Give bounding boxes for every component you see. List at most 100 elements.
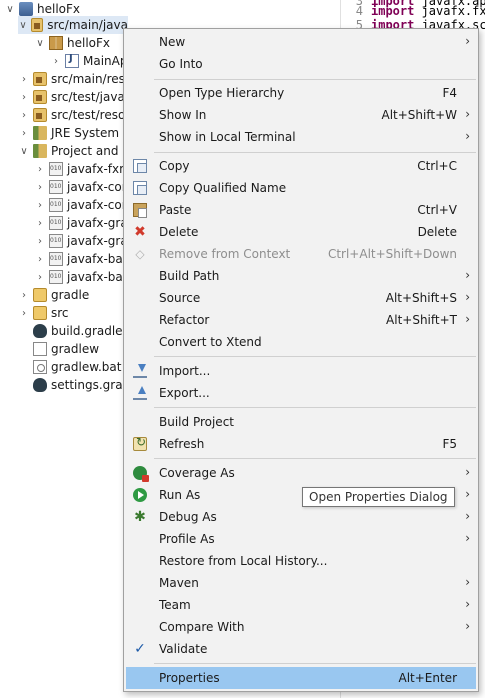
chevron-right-icon[interactable]: › xyxy=(18,289,30,301)
tooltip: Open Properties Dialog xyxy=(302,487,455,507)
chevron-right-icon[interactable]: › xyxy=(34,217,46,229)
import-icon xyxy=(133,364,147,378)
menu-separator xyxy=(154,663,476,664)
project-icon xyxy=(19,2,33,16)
chevron-right-icon[interactable]: › xyxy=(18,73,30,85)
copy-icon xyxy=(133,159,147,173)
tree-item-build-gradle[interactable]: build.gradle xyxy=(18,322,123,340)
tree-item-label: gradle xyxy=(51,288,90,302)
menu-item-import[interactable]: Import... xyxy=(126,360,476,382)
menu-item-properties[interactable]: Properties Alt+Enter xyxy=(126,667,476,689)
tree-item-label: javafx-con xyxy=(67,198,130,212)
tree-item-project-and-external-deps[interactable]: ∨ Project and E xyxy=(18,142,130,160)
menu-item-build-path[interactable]: Build Path › xyxy=(126,265,476,287)
tree-item-mainapp[interactable]: › MainAp xyxy=(50,52,127,70)
menu-item-copy-qualified-name[interactable]: Copy Qualified Name xyxy=(126,177,476,199)
menu-item-delete[interactable]: ✖ Delete Delete xyxy=(126,221,476,243)
menu-item-convert-to-xtend[interactable]: Convert to Xtend xyxy=(126,331,476,353)
chevron-right-icon[interactable]: › xyxy=(18,109,30,121)
tree-item-src-test-java[interactable]: › src/test/java xyxy=(18,88,125,106)
menu-item-maven[interactable]: Maven › xyxy=(126,572,476,594)
tree-item-gradle-folder[interactable]: › gradle xyxy=(18,286,89,304)
chevron-right-icon[interactable]: › xyxy=(34,235,46,247)
menu-item-team[interactable]: Team › xyxy=(126,594,476,616)
menu-item-build-project[interactable]: Build Project xyxy=(126,411,476,433)
tree-item-label: gradlew.bat xyxy=(51,360,122,374)
chevron-right-icon: › xyxy=(465,619,470,633)
chevron-right-icon[interactable]: › xyxy=(18,127,30,139)
chevron-right-icon[interactable]: › xyxy=(34,181,46,193)
menu-item-show-in[interactable]: Show In Alt+Shift+W › xyxy=(126,104,476,126)
tree-item-jar[interactable]: › javafx-bas xyxy=(34,268,129,286)
chevron-right-icon[interactable]: › xyxy=(50,55,62,67)
chevron-right-icon[interactable]: › xyxy=(34,199,46,211)
menu-item-refresh[interactable]: Refresh F5 xyxy=(126,433,476,455)
menu-separator xyxy=(154,356,476,357)
tree-item-gradlew[interactable]: gradlew xyxy=(18,340,99,358)
folder-icon xyxy=(33,288,47,302)
menu-separator xyxy=(154,407,476,408)
menu-separator xyxy=(154,152,476,153)
tree-item-src-main-resources[interactable]: › src/main/reso xyxy=(18,70,132,88)
chevron-right-icon[interactable]: › xyxy=(34,253,46,265)
menu-item-paste[interactable]: Paste Ctrl+V xyxy=(126,199,476,221)
menu-item-go-into[interactable]: Go Into xyxy=(126,53,476,75)
tree-item-settings-gradle[interactable]: settings.gradl xyxy=(18,376,134,394)
chevron-right-icon: › xyxy=(465,597,470,611)
tree-item-src-test-resources[interactable]: › src/test/resou xyxy=(18,106,133,124)
jar-icon xyxy=(49,252,63,266)
jar-icon xyxy=(49,162,63,176)
tree-item-jar[interactable]: › javafx-con xyxy=(34,196,129,214)
tree-item-label: JRE System L xyxy=(51,126,130,140)
tree-item-label: src xyxy=(51,306,69,320)
menu-item-show-in-local-terminal[interactable]: Show in Local Terminal › xyxy=(126,126,476,148)
menu-item-remove-from-context[interactable]: ◇ Remove from Context Ctrl+Alt+Shift+Dow… xyxy=(126,243,476,265)
menu-item-export[interactable]: Export... xyxy=(126,382,476,404)
menu-item-new[interactable]: New › xyxy=(126,31,476,53)
source-folder-icon xyxy=(33,108,47,122)
menu-item-refactor[interactable]: Refactor Alt+Shift+T › xyxy=(126,309,476,331)
chevron-right-icon: › xyxy=(465,312,470,326)
tree-item-jar[interactable]: › javafx-con xyxy=(34,178,129,196)
menu-item-coverage-as[interactable]: Coverage As › xyxy=(126,462,476,484)
tree-item-jar[interactable]: › javafx-gra xyxy=(34,232,128,250)
chevron-right-icon[interactable]: › xyxy=(34,163,46,175)
menu-item-debug-as[interactable]: ✱ Debug As › xyxy=(126,506,476,528)
tree-item-label: src/main/reso xyxy=(51,72,133,86)
tree-item-label: javafx-fxm xyxy=(67,162,131,176)
context-menu: New › Go Into Open Type Hierarchy F4 Sho… xyxy=(123,28,479,692)
chevron-down-icon[interactable]: ∨ xyxy=(18,19,28,31)
chevron-down-icon[interactable]: ∨ xyxy=(4,3,16,15)
chevron-down-icon[interactable]: ∨ xyxy=(34,37,46,49)
run-icon xyxy=(133,488,147,502)
menu-item-copy[interactable]: Copy Ctrl+C xyxy=(126,155,476,177)
menu-item-source[interactable]: Source Alt+Shift+S › xyxy=(126,287,476,309)
tree-item-src-folder[interactable]: › src xyxy=(18,304,69,322)
tree-item-label: build.gradle xyxy=(51,324,123,338)
chevron-down-icon[interactable]: ∨ xyxy=(18,145,30,157)
chevron-right-icon[interactable]: › xyxy=(18,307,30,319)
tree-item-jar[interactable]: › javafx-bas xyxy=(34,250,129,268)
menu-item-open-type-hierarchy[interactable]: Open Type Hierarchy F4 xyxy=(126,82,476,104)
menu-separator xyxy=(154,458,476,459)
menu-item-compare-with[interactable]: Compare With › xyxy=(126,616,476,638)
tree-item-jar[interactable]: › javafx-fxm xyxy=(34,160,131,178)
tree-item-label: MainAp xyxy=(83,54,128,68)
menu-item-validate[interactable]: ✓ Validate xyxy=(126,638,476,660)
source-folder-icon xyxy=(31,18,44,32)
tree-item-src-main-java[interactable]: ∨ src/main/java xyxy=(18,16,128,34)
tree-item-label: src/test/resou xyxy=(51,108,133,122)
paste-icon xyxy=(133,203,147,218)
chevron-right-icon[interactable]: › xyxy=(34,271,46,283)
tree-item-label: javafx-gra xyxy=(67,234,128,248)
folder-icon xyxy=(33,306,47,320)
tree-item-jre-system-library[interactable]: › JRE System L xyxy=(18,124,130,142)
tree-item-jar[interactable]: › javafx-gra xyxy=(34,214,128,232)
menu-item-restore-from-local-history[interactable]: Restore from Local History... xyxy=(126,550,476,572)
gradle-icon xyxy=(33,324,47,338)
tree-item-package[interactable]: ∨ helloFx xyxy=(34,34,110,52)
tree-item-gradlew-bat[interactable]: gradlew.bat xyxy=(18,358,121,376)
menu-item-profile-as[interactable]: Profile As › xyxy=(126,528,476,550)
refresh-icon xyxy=(133,435,147,451)
chevron-right-icon[interactable]: › xyxy=(18,91,30,103)
